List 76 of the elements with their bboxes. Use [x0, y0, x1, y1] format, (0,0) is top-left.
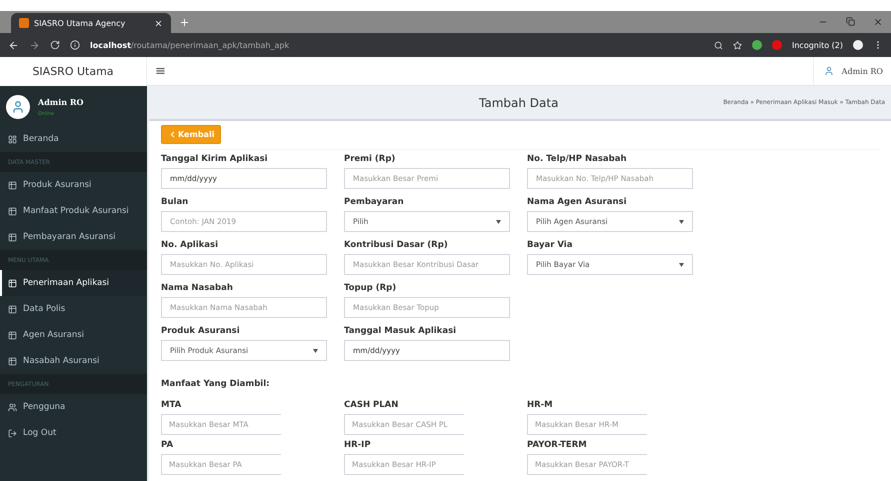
back-icon[interactable]: [8, 40, 19, 50]
sidebar-item[interactable]: Log Out: [0, 420, 147, 446]
dashboard-icon: [8, 134, 17, 144]
favicon-icon: [19, 18, 29, 28]
user-name[interactable]: Admin RO: [842, 66, 883, 76]
sidebar-item[interactable]: Beranda: [0, 126, 147, 152]
info-icon[interactable]: [70, 40, 80, 50]
close-window-icon[interactable]: [873, 17, 883, 27]
new-tab-icon[interactable]: [179, 16, 190, 28]
section-title: Manfaat Yang Diambil:: [161, 378, 271, 391]
page-title: Tambah Data: [479, 96, 558, 110]
restore-icon[interactable]: [846, 17, 855, 26]
field-label: Produk Asuransi: [161, 326, 241, 336]
field-label: Bulan: [161, 197, 190, 207]
field-label: Topup (Rp): [344, 283, 398, 293]
incognito-icon[interactable]: [853, 40, 863, 50]
field-label: CASH PLAN: [344, 400, 400, 410]
star-icon[interactable]: [733, 40, 742, 50]
field-label: Nama Nasabah: [161, 283, 234, 293]
sidebar-item[interactable]: Pembayaran Asuransi: [0, 224, 147, 250]
user-icon: [824, 66, 834, 76]
sidebar-item-label: Penerimaan Aplikasi: [23, 278, 110, 288]
field-label: PAYOR-TERM: [527, 440, 588, 450]
field-label: Premi (Rp): [344, 154, 396, 164]
sidebar-item-label: Log Out: [23, 428, 56, 438]
close-icon[interactable]: [154, 18, 163, 28]
table-icon: [8, 206, 17, 216]
users-icon: [8, 402, 17, 412]
zoom-icon[interactable]: [714, 40, 723, 50]
avatar-icon: [6, 95, 30, 119]
field-label: Bayar Via: [527, 240, 574, 250]
caret-icon: [679, 262, 684, 266]
table-icon: [8, 356, 17, 366]
sidebar-user-name: Admin RO: [38, 97, 84, 107]
menu-toggle[interactable]: ≡: [155, 64, 166, 78]
reload-icon[interactable]: [50, 40, 60, 50]
sidebar-item[interactable]: Data Polis: [0, 296, 147, 322]
sidebar-item-label: Agen Asuransi: [23, 330, 84, 340]
field-label: No. Aplikasi: [161, 240, 219, 250]
sidebar-item[interactable]: Penerimaan Aplikasi: [0, 270, 147, 296]
field-label: Tanggal Masuk Aplikasi: [344, 326, 458, 336]
sidebar-item-label: Pembayaran Asuransi: [23, 232, 116, 242]
table-icon: [8, 278, 17, 288]
sidebar-item-label: Nasabah Asuransi: [23, 356, 100, 366]
sidebar-item-label: Data Polis: [23, 304, 66, 314]
sidebar-item-label: Manfaat Produk Asuransi: [23, 206, 129, 216]
field-label: Tanggal Kirim Aplikasi: [161, 154, 269, 164]
field-label: Nama Agen Asuransi: [527, 197, 628, 207]
sidebar-item[interactable]: Pengguna: [0, 394, 147, 420]
caret-icon: [679, 220, 684, 224]
caret-icon: [313, 348, 318, 352]
sidebar-item[interactable]: Produk Asuransi: [0, 172, 147, 198]
profile-label[interactable]: Incognito (2): [792, 40, 843, 50]
field-label: Kontribusi Dasar (Rp): [344, 240, 449, 250]
table-icon: [8, 232, 17, 242]
logout-icon: [8, 428, 17, 438]
sidebar-item[interactable]: Manfaat Produk Asuransi: [0, 198, 147, 224]
url-field[interactable]: localhost/routama/penerimaan_apk/tambah_apk: [90, 40, 704, 50]
sidebar-item[interactable]: Nasabah Asuransi: [0, 348, 147, 374]
sidebar-item-label: Produk Asuransi: [23, 180, 92, 190]
table-icon: [8, 330, 17, 340]
field-label: PA: [161, 440, 174, 450]
table-icon: [8, 180, 17, 190]
chevron-left-icon: [168, 130, 177, 139]
sidebar-item[interactable]: Agen Asuransi: [0, 322, 147, 348]
caret-icon: [496, 220, 501, 224]
field-label: No. Telp/HP Nasabah: [527, 154, 628, 164]
browser-tab[interactable]: SIASRO Utama Agency: [11, 13, 171, 33]
field-label: HR-IP: [344, 440, 372, 450]
field-label: HR-M: [527, 400, 554, 410]
field-label: MTA: [161, 400, 182, 410]
sidebar-item-label: Beranda: [23, 134, 59, 144]
sidebar-item-label: Pengguna: [23, 402, 66, 412]
forward-icon[interactable]: [29, 40, 40, 50]
field-label: Pembayaran: [344, 197, 405, 207]
table-icon: [8, 304, 17, 314]
